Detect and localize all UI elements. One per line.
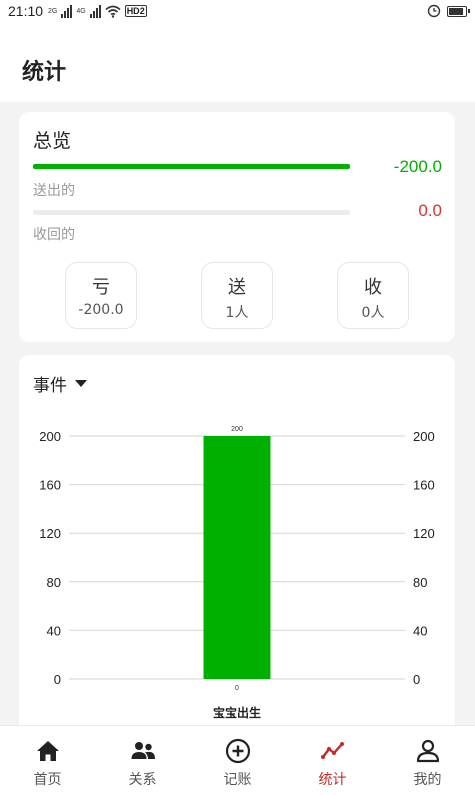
sent-stat-value: 1人 [225, 305, 249, 321]
caret-down-icon [75, 380, 87, 387]
tab-stats[interactable]: 统计 [285, 726, 380, 795]
y-tick-label-right: 200 [413, 429, 435, 444]
y-tick-label-left: 200 [39, 429, 61, 444]
events-card: 事件 0 0 40 40 80 80 120 120 160 160 200 200 200 0 宝宝出生 [19, 355, 455, 735]
received-value: 0.0 [418, 201, 442, 220]
sent-label: 送出的 [33, 183, 75, 199]
received-progress-bar [33, 210, 350, 215]
sent-progress-bar [33, 164, 350, 169]
status-icons: 2G 4G HD2 [48, 4, 147, 18]
data-label: 0 [235, 685, 239, 692]
signal-icon [61, 4, 73, 18]
stats-line-icon [320, 742, 344, 759]
loss-stat-box[interactable]: 亏 -200.0 [65, 262, 137, 329]
y-tick-label-left: 160 [39, 478, 61, 493]
tab-label-mine: 我的 [413, 772, 442, 788]
tab-label-relations: 关系 [128, 772, 157, 788]
network-type-1: 2G [48, 7, 58, 15]
tab-label-home: 首页 [33, 772, 62, 788]
signal-icon-2 [89, 4, 101, 18]
received-label: 收回的 [33, 227, 75, 243]
y-tick-label-right: 160 [413, 478, 435, 493]
battery-icon [447, 5, 470, 17]
y-tick-label-right: 0 [413, 672, 420, 687]
network-type-2: 4G [76, 7, 86, 15]
overview-card: 总览 -200.0 送出的 0.0 收回的 亏 -200.0 送 1人 收 0人 [19, 112, 455, 342]
y-tick-label-right: 40 [413, 623, 427, 638]
y-tick-label-left: 0 [54, 672, 61, 687]
y-tick-label-right: 120 [413, 526, 435, 541]
tab-label-record: 记账 [223, 772, 252, 788]
status-time: 21:10 [8, 3, 44, 19]
loss-stat-value: -200.0 [78, 302, 124, 318]
bottom-tab-bar: 首页 关系 记账 统计 我的 [0, 725, 475, 795]
status-right [427, 4, 470, 18]
y-tick-label-left: 80 [47, 575, 61, 590]
people-icon [131, 742, 155, 759]
sent-progress-fill [33, 164, 350, 169]
events-filter-dropdown[interactable]: 事件 [33, 371, 87, 396]
received-stat-value: 0人 [361, 305, 385, 321]
events-bar-chart: 0 0 40 40 80 80 120 120 160 160 200 200 200 0 宝宝出生 [39, 426, 435, 720]
sent-stat-title: 送 [228, 277, 246, 298]
wifi-icon [105, 5, 121, 18]
tab-label-stats: 统计 [318, 772, 347, 788]
tab-relations[interactable]: 关系 [95, 726, 190, 795]
hd-icon: HD2 [124, 5, 147, 17]
received-stat-title: 收 [364, 277, 382, 298]
profile-icon [416, 739, 439, 763]
sent-stat-box[interactable]: 送 1人 [201, 262, 273, 329]
data-label: 200 [231, 426, 243, 433]
page-title: 统计 [22, 60, 67, 85]
header: 统计 [0, 26, 475, 102]
y-tick-label-left: 120 [39, 526, 61, 541]
add-circle-icon [225, 738, 250, 764]
y-tick-label-right: 80 [413, 575, 427, 590]
overview-title: 总览 [33, 130, 72, 152]
status-bar: 21:10 2G 4G HD2 [0, 0, 475, 26]
bar-0 [203, 436, 271, 679]
sent-value: -200.0 [393, 157, 442, 176]
category-label: 宝宝出生 [213, 705, 261, 720]
loss-stat-title: 亏 [92, 277, 110, 298]
received-stat-box[interactable]: 收 0人 [337, 262, 409, 329]
home-icon [36, 741, 59, 761]
tab-mine[interactable]: 我的 [380, 726, 475, 795]
y-tick-label-left: 40 [47, 623, 61, 638]
tab-home[interactable]: 首页 [0, 726, 95, 795]
tab-record[interactable]: 记账 [190, 726, 285, 795]
events-filter-label: 事件 [33, 376, 67, 396]
alarm-icon [427, 4, 441, 18]
